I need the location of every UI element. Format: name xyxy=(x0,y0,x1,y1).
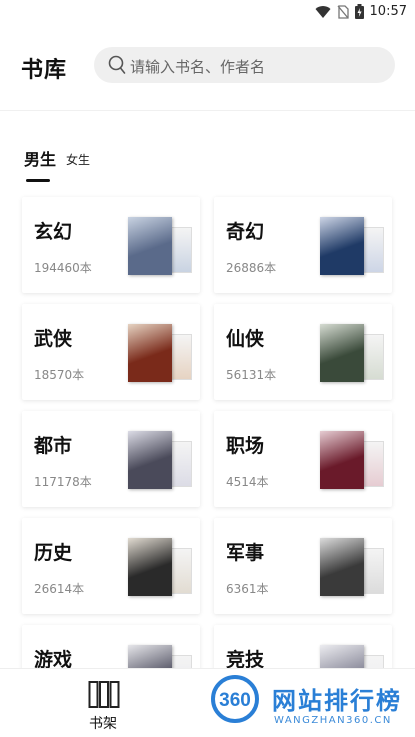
bottom-nav: 书架 360 网站排行榜 WANGZHAN360.CN xyxy=(0,668,415,737)
category-name: 玄幻 xyxy=(34,221,73,243)
book-covers xyxy=(320,324,384,382)
category-card[interactable]: 历史 26614本 xyxy=(22,518,200,614)
book-covers xyxy=(320,538,384,596)
divider xyxy=(0,110,415,111)
category-name: 职场 xyxy=(226,435,265,457)
wifi-icon xyxy=(315,5,331,18)
status-time: 10:57 xyxy=(369,4,407,19)
book-cover xyxy=(362,227,384,273)
nav-bookshelf-label: 书架 xyxy=(89,716,117,732)
book-cover xyxy=(362,548,384,594)
category-count: 6361本 xyxy=(226,582,269,596)
bookshelf-icon xyxy=(88,681,120,708)
book-cover xyxy=(362,441,384,487)
category-name: 奇幻 xyxy=(226,221,265,243)
category-count: 26886本 xyxy=(226,261,277,275)
status-bar: 10:57 xyxy=(0,0,415,24)
category-name: 仙侠 xyxy=(226,328,265,350)
category-card[interactable]: 军事 6361本 xyxy=(214,518,392,614)
book-cover xyxy=(170,334,192,380)
category-card[interactable]: 职场 4514本 xyxy=(214,411,392,507)
watermark-logo: 360 xyxy=(211,675,259,723)
book-cover xyxy=(320,538,364,596)
search-input[interactable]: 请输入书名、作者名 xyxy=(94,47,395,83)
book-cover xyxy=(128,324,172,382)
status-icons: 10:57 xyxy=(315,4,407,19)
header: 书库 请输入书名、作者名 xyxy=(0,40,415,92)
category-count: 4514本 xyxy=(226,475,269,489)
book-cover xyxy=(128,538,172,596)
book-cover xyxy=(128,431,172,489)
page-title: 书库 xyxy=(21,58,68,83)
book-cover xyxy=(170,441,192,487)
category-count: 18570本 xyxy=(34,368,85,382)
category-count: 26614本 xyxy=(34,582,85,596)
watermark-title: 网站排行榜 xyxy=(272,687,402,715)
category-name: 都市 xyxy=(34,435,73,457)
book-cover xyxy=(128,217,172,275)
book-cover xyxy=(320,217,364,275)
search-icon xyxy=(108,55,126,74)
book-cover xyxy=(320,324,364,382)
category-name: 军事 xyxy=(226,542,265,564)
book-covers xyxy=(128,324,192,382)
category-name: 历史 xyxy=(34,542,73,564)
category-card[interactable]: 武侠 18570本 xyxy=(22,304,200,400)
book-covers xyxy=(128,538,192,596)
category-card[interactable]: 奇幻 26886本 xyxy=(214,197,392,293)
category-count: 194460本 xyxy=(34,261,92,275)
book-covers xyxy=(320,431,384,489)
book-cover xyxy=(362,334,384,380)
book-cover xyxy=(170,227,192,273)
watermark-subtitle: WANGZHAN360.CN xyxy=(274,715,392,726)
search-placeholder: 请输入书名、作者名 xyxy=(130,58,266,76)
book-cover xyxy=(320,431,364,489)
book-covers xyxy=(320,217,384,275)
category-card[interactable]: 仙侠 56131本 xyxy=(214,304,392,400)
category-name: 武侠 xyxy=(34,328,73,350)
category-count: 117178本 xyxy=(34,475,92,489)
tab-male[interactable]: 男生 xyxy=(24,146,56,182)
category-card[interactable]: 玄幻 194460本 xyxy=(22,197,200,293)
book-covers xyxy=(128,431,192,489)
no-sim-icon xyxy=(337,4,349,19)
svg-text:360: 360 xyxy=(219,690,251,711)
category-card[interactable]: 都市 117178本 xyxy=(22,411,200,507)
tab-female[interactable]: 女生 xyxy=(66,151,90,174)
battery-icon xyxy=(354,4,364,19)
gender-tabs: 男生 女生 xyxy=(24,146,90,182)
book-covers xyxy=(128,217,192,275)
category-count: 56131本 xyxy=(226,368,277,382)
book-cover xyxy=(170,548,192,594)
